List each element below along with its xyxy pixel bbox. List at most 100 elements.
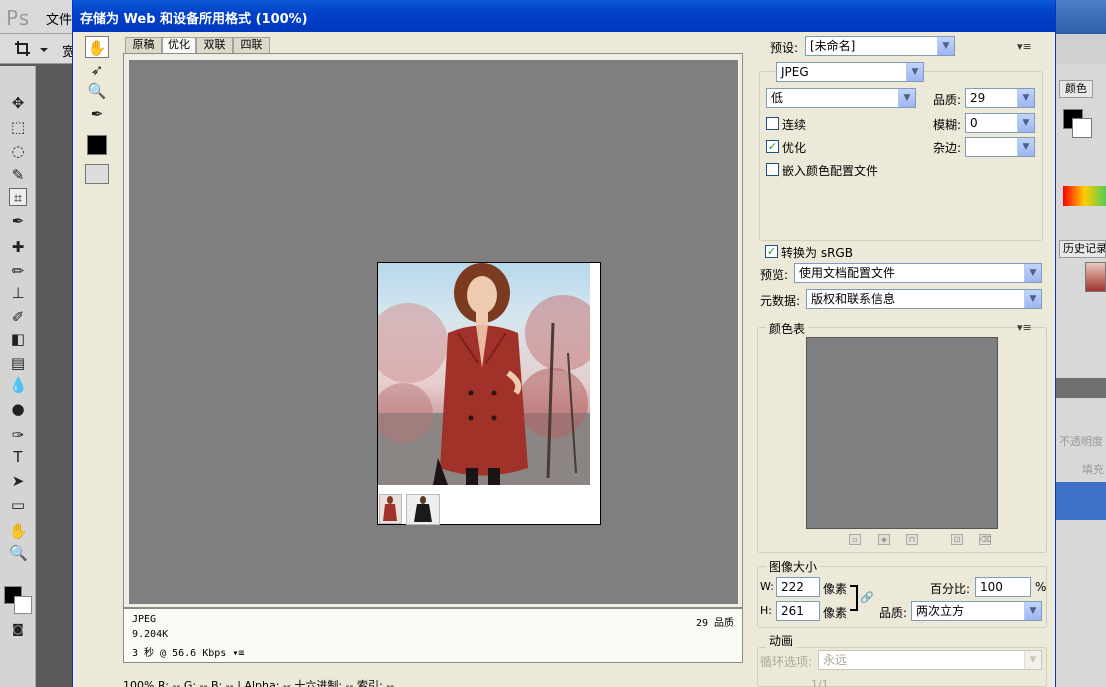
image-size-title: 图像大小 xyxy=(766,558,821,575)
quick-select-tool-icon[interactable]: ✎ xyxy=(9,166,27,184)
optimize-settings-panel: 预设: [未命名] ▼ ▾≡ JPEG ▼ 低 ▼ 品质: 29 ▼ 连续 模糊: 0 ▼… xyxy=(754,33,1050,687)
quality-input[interactable]: 29 ▼ xyxy=(965,88,1035,108)
slice-select-icon[interactable]: ➶ xyxy=(85,59,109,81)
history-brush-tool-icon[interactable]: ✐ xyxy=(9,308,27,326)
tab-original[interactable]: 原稿 xyxy=(125,37,162,53)
selected-layer-row[interactable] xyxy=(1056,482,1106,520)
crop-tool-preset-icon[interactable] xyxy=(14,39,54,59)
link-icon[interactable]: 🔗 xyxy=(860,591,874,604)
tab-4-up[interactable]: 四联 xyxy=(233,37,270,53)
move-tool-icon[interactable]: ✥ xyxy=(9,94,27,112)
chevron-down-icon: ▼ xyxy=(1017,114,1034,132)
blur-input[interactable]: 0 ▼ xyxy=(965,113,1035,133)
metadata-select[interactable]: 版权和联系信息 ▼ xyxy=(806,289,1042,309)
resample-select[interactable]: 两次立方 ▼ xyxy=(911,601,1042,621)
height-unit: 像素 xyxy=(823,606,848,620)
metadata-label: 元数据: xyxy=(760,294,801,308)
format-select[interactable]: JPEG ▼ xyxy=(776,62,924,82)
save-for-web-dialog: 存储为 Web 和设备所用格式 (100%) ✋ ➶ 🔍 ✒ 原稿 优化 双联 … xyxy=(72,0,1056,687)
percent-input[interactable]: 100 xyxy=(975,577,1031,597)
width-input[interactable]: 222 xyxy=(776,577,820,597)
trash-icon[interactable]: ⌫ xyxy=(979,534,991,545)
height-input[interactable]: 261 xyxy=(776,601,820,621)
hand-icon[interactable]: ✋ xyxy=(85,36,109,58)
eyedropper-color-swatch[interactable] xyxy=(87,135,107,155)
eyedropper-tool-icon[interactable]: ✒ xyxy=(9,212,27,230)
color-table xyxy=(806,337,998,529)
loop-select[interactable]: 永远 ▼ xyxy=(818,650,1042,670)
color-panel-tab[interactable]: 颜色 xyxy=(1059,80,1093,98)
marquee-tool-icon[interactable]: ⬚ xyxy=(9,118,27,136)
type-tool-icon[interactable]: T xyxy=(9,448,27,466)
color-table-menu-icon[interactable]: ▾≡ xyxy=(1017,321,1032,334)
lasso-tool-icon[interactable]: ◌ xyxy=(9,142,27,160)
progressive-checkbox[interactable] xyxy=(766,117,779,130)
resample-label: 品质: xyxy=(879,606,908,620)
hand-tool-icon[interactable]: ✋ xyxy=(9,522,28,540)
convert-srgb-checkbox[interactable]: ✓ xyxy=(765,245,778,258)
preview-label: 预览: xyxy=(760,268,789,282)
chevron-down-icon: ▼ xyxy=(1024,264,1041,282)
quick-mask-icon[interactable]: ◙ xyxy=(9,620,27,638)
preset-value: [未命名] xyxy=(810,39,856,53)
lock-color-icon[interactable]: ⊓ xyxy=(906,534,918,545)
photoshop-logo: Ps xyxy=(6,6,31,30)
width-label: W: xyxy=(760,580,774,593)
matte-label: 杂边: xyxy=(933,141,962,155)
embed-profile-checkbox[interactable] xyxy=(766,163,779,176)
compression-select[interactable]: 低 ▼ xyxy=(766,88,916,108)
blur-tool-icon[interactable]: 💧 xyxy=(9,376,28,394)
dodge-tool-icon[interactable]: ● xyxy=(9,400,27,418)
tab-optimized[interactable]: 优化 xyxy=(162,37,196,54)
eraser-tool-icon[interactable]: ◧ xyxy=(9,330,27,348)
gradient-tool-icon[interactable]: ▤ xyxy=(9,354,27,372)
layers-panel-header xyxy=(1056,378,1106,398)
background-color-swatch[interactable] xyxy=(14,596,32,614)
zoom-icon[interactable]: 🔍 xyxy=(85,80,109,102)
blur-value: 0 xyxy=(970,116,978,130)
path-select-tool-icon[interactable]: ➤ xyxy=(9,472,27,490)
thumbnail-black-coat xyxy=(406,494,440,525)
download-speed-menu-icon[interactable]: ▾≡ xyxy=(232,648,244,659)
brush-tool-icon[interactable]: ✏ xyxy=(9,262,27,280)
tab-2-up[interactable]: 双联 xyxy=(196,37,233,53)
shape-tool-icon[interactable]: ▭ xyxy=(9,496,27,514)
preset-select[interactable]: [未命名] ▼ xyxy=(805,36,955,56)
toggle-slices-visibility-icon[interactable] xyxy=(85,164,109,184)
preview-select[interactable]: 使用文档配置文件 ▼ xyxy=(794,263,1042,283)
width-unit: 像素 xyxy=(823,582,848,596)
layer-fill-label: 填充 xyxy=(1082,463,1104,476)
menu-file[interactable]: 文件 xyxy=(46,9,72,28)
percent-unit: % xyxy=(1035,580,1047,594)
color-ramp[interactable] xyxy=(1063,186,1106,206)
web-shift-icon[interactable]: ◈ xyxy=(878,534,890,545)
history-panel-tab[interactable]: 历史记录 xyxy=(1059,240,1106,258)
chevron-down-icon: ▼ xyxy=(1017,138,1034,156)
healing-brush-tool-icon[interactable]: ✚ xyxy=(9,238,27,256)
window-titlebar-fragment xyxy=(1056,0,1106,34)
preview-canvas[interactable] xyxy=(129,60,738,604)
dialog-titlebar[interactable]: 存储为 Web 和设备所用格式 (100%) xyxy=(73,0,1055,32)
pen-tool-icon[interactable]: ✑ xyxy=(9,426,27,444)
height-label: H: xyxy=(760,604,772,617)
download-time-text: 3 秒 @ 56.6 Kbps xyxy=(132,648,227,659)
matte-select[interactable]: ▼ xyxy=(965,137,1035,157)
loop-value: 永远 xyxy=(823,653,848,667)
color-panel-background[interactable] xyxy=(1072,118,1092,138)
optimized-checkbox[interactable]: ✓ xyxy=(766,140,779,153)
color-table-title: 颜色表 xyxy=(766,320,809,337)
crop-tool-icon[interactable]: ⌗ xyxy=(9,188,27,207)
blur-label: 模糊: xyxy=(933,118,962,132)
clone-stamp-tool-icon[interactable]: ⊥ xyxy=(9,284,27,302)
new-color-icon[interactable]: ⊡ xyxy=(951,534,963,545)
status-bar: 100% R: -- G: -- B: -- | Alpha: -- 十六进制:… xyxy=(123,679,395,687)
optimize-menu-icon[interactable]: ▾≡ xyxy=(1017,40,1032,53)
optimized-image-preview[interactable] xyxy=(377,262,601,525)
eyedropper-icon[interactable]: ✒ xyxy=(85,103,109,125)
history-snapshot-thumbnail[interactable] xyxy=(1085,262,1106,292)
optimization-info-bar: JPEG 9.204K 3 秒 @ 56.6 Kbps ▾≡ 29 品质 xyxy=(123,608,743,663)
zoom-tool-icon[interactable]: 🔍 xyxy=(9,544,28,562)
frame-counter: 1/1 xyxy=(811,678,829,687)
map-color-icon[interactable]: ▫ xyxy=(849,534,861,545)
quality-value: 29 xyxy=(970,91,986,105)
